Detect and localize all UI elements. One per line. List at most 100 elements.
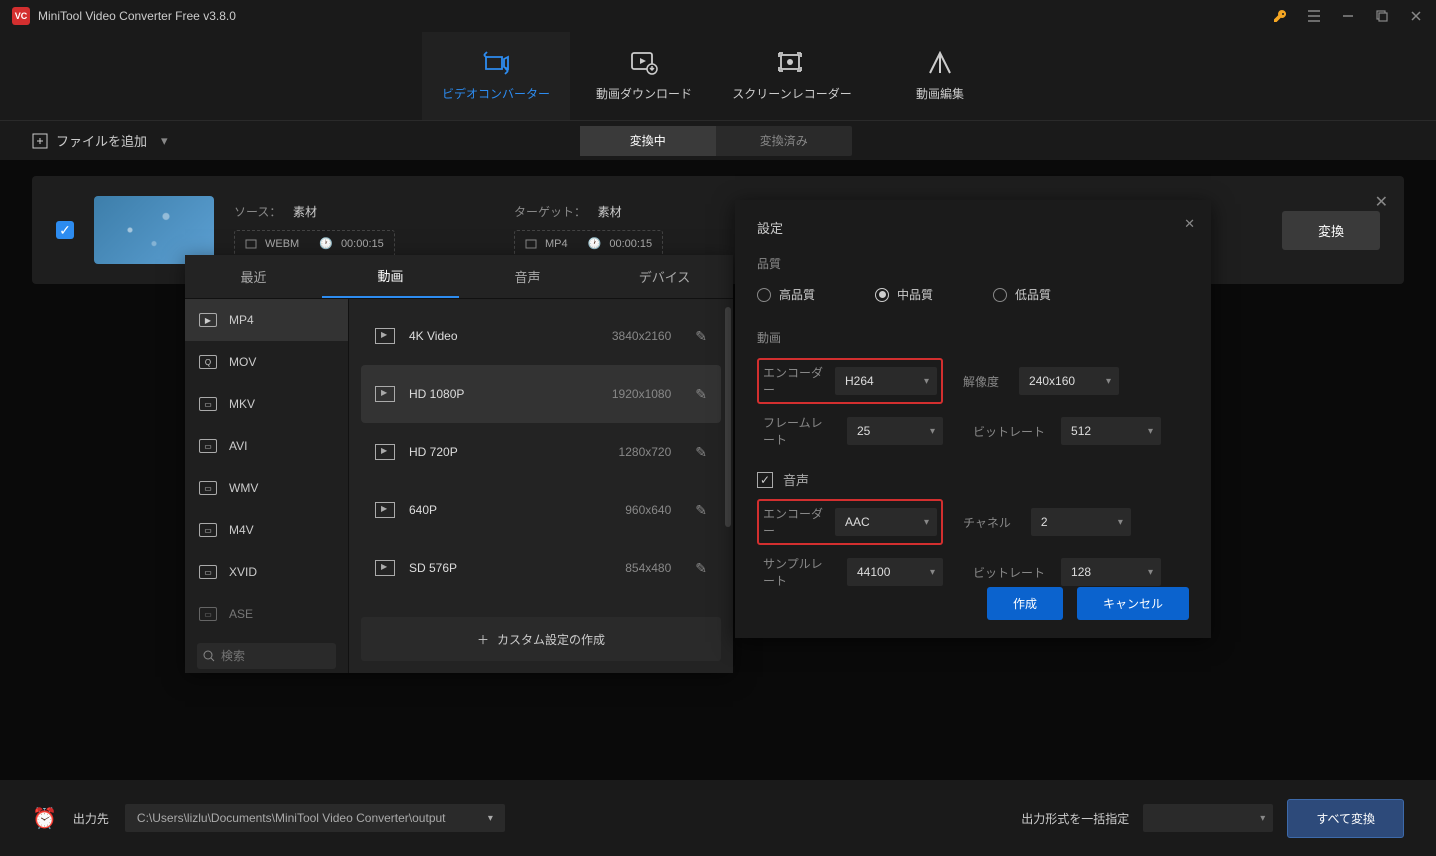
scrollbar[interactable]	[725, 307, 731, 527]
sidebar-item-wmv[interactable]: ▭WMV	[185, 467, 348, 509]
sidebar-item-m4v[interactable]: ▭M4V	[185, 509, 348, 551]
format-tab-video[interactable]: 動画	[322, 255, 459, 298]
video-encoder-select[interactable]: H264	[835, 367, 937, 395]
file-icon: Q	[199, 355, 217, 369]
app-logo: VC	[12, 7, 30, 25]
footer: ⏰ 出力先 C:\Users\lizlu\Documents\MiniTool …	[0, 780, 1436, 856]
quality-low[interactable]: 低品質	[993, 286, 1051, 303]
file-icon: ▭	[199, 607, 217, 621]
sidebar-item-ase[interactable]: ▭ASE	[185, 593, 348, 635]
channel-select[interactable]: 2	[1031, 508, 1131, 536]
source-info: ソース： 素材 WEBM 🕐 00:00:15	[234, 203, 494, 257]
audio-section-header: ✓ 音声	[757, 470, 1189, 489]
file-icon: ▶	[199, 313, 217, 327]
edit-icon[interactable]: ✎	[695, 328, 707, 345]
video-icon	[375, 328, 395, 344]
download-icon	[630, 51, 658, 75]
output-path-select[interactable]: C:\Users\lizlu\Documents\MiniTool Video …	[125, 804, 505, 832]
convert-all-button[interactable]: すべて変換	[1287, 799, 1404, 838]
video-bitrate-select[interactable]: 512	[1061, 417, 1161, 445]
nav-editor[interactable]: 動画編集	[866, 32, 1014, 120]
create-custom-button[interactable]: ＋カスタム設定の作成	[361, 617, 721, 661]
format-tab-device[interactable]: デバイス	[596, 255, 733, 298]
tab-converting[interactable]: 変換中	[580, 126, 716, 156]
quality-high[interactable]: 高品質	[757, 286, 815, 303]
close-icon[interactable]	[1408, 8, 1424, 24]
format-tab-recent[interactable]: 最近	[185, 255, 322, 298]
audio-checkbox[interactable]: ✓	[757, 472, 773, 488]
main-nav: ビデオコンバーター 動画ダウンロード スクリーンレコーダー 動画編集	[0, 32, 1436, 120]
resolution-select[interactable]: 240x160	[1019, 367, 1119, 395]
nav-recorder[interactable]: スクリーンレコーダー	[718, 32, 866, 120]
editor-icon	[926, 51, 954, 75]
key-icon[interactable]	[1272, 8, 1288, 24]
resolution-720p[interactable]: HD 720P1280x720✎	[361, 423, 721, 481]
cancel-button[interactable]: キャンセル	[1077, 587, 1189, 620]
audio-encoder-select[interactable]: AAC	[835, 508, 937, 536]
titlebar: VC MiniTool Video Converter Free v3.8.0	[0, 0, 1436, 32]
video-section-label: 動画	[757, 329, 1189, 346]
framerate-select[interactable]: 25	[847, 417, 943, 445]
sidebar-item-mp4[interactable]: ▶MP4	[185, 299, 348, 341]
converter-icon	[482, 51, 510, 75]
video-encoder-highlight: エンコーダー H264	[757, 358, 943, 404]
file-icon: ▭	[199, 523, 217, 537]
format-icon	[245, 238, 257, 250]
format-icon	[525, 238, 537, 250]
file-thumbnail[interactable]	[94, 196, 214, 264]
format-search-input[interactable]	[197, 643, 336, 669]
format-sidebar: ▶MP4 QMOV ▭MKV ▭AVI ▭WMV ▭M4V ▭XVID ▭ASE	[185, 299, 349, 673]
file-checkbox[interactable]: ✓	[56, 221, 74, 239]
sidebar-item-xvid[interactable]: ▭XVID	[185, 551, 348, 593]
resolution-4k[interactable]: 4K Video3840x2160✎	[361, 307, 721, 365]
recorder-icon	[778, 51, 806, 75]
settings-popup: 設定 ✕ 品質 高品質 中品質 低品質 動画 エンコーダー H264 解像度 2…	[735, 200, 1211, 638]
menu-icon[interactable]	[1306, 8, 1322, 24]
status-tabs: 変換中 変換済み	[580, 126, 852, 156]
sidebar-item-avi[interactable]: ▭AVI	[185, 425, 348, 467]
tab-converted[interactable]: 変換済み	[716, 126, 852, 156]
edit-icon[interactable]: ✎	[695, 444, 707, 461]
video-icon	[375, 444, 395, 460]
samplerate-select[interactable]: 44100	[847, 558, 943, 586]
nav-download[interactable]: 動画ダウンロード	[570, 32, 718, 120]
remove-file-icon[interactable]: ✕	[1375, 192, 1388, 212]
video-icon	[375, 560, 395, 576]
output-label: 出力先	[73, 810, 109, 827]
quality-label: 品質	[757, 255, 1189, 272]
format-tab-audio[interactable]: 音声	[459, 255, 596, 298]
maximize-icon[interactable]	[1374, 8, 1390, 24]
add-file-button[interactable]: ファイルを追加 ▾	[32, 131, 168, 150]
app-title: MiniTool Video Converter Free v3.8.0	[38, 9, 1272, 23]
minimize-icon[interactable]	[1340, 8, 1356, 24]
settings-title: 設定	[757, 218, 1189, 237]
sub-toolbar: ファイルを追加 ▾ 変換中 変換済み	[0, 120, 1436, 160]
edit-icon[interactable]: ✎	[695, 560, 707, 577]
resolution-640p[interactable]: 640P960x640✎	[361, 481, 721, 539]
video-icon	[375, 386, 395, 402]
create-button[interactable]: 作成	[987, 587, 1063, 620]
resolution-1080p[interactable]: HD 1080P1920x1080✎	[361, 365, 721, 423]
format-popup: 最近 動画 音声 デバイス ▶MP4 QMOV ▭MKV ▭AVI ▭WMV ▭…	[185, 255, 733, 673]
edit-icon[interactable]: ✎	[695, 386, 707, 403]
edit-icon[interactable]: ✎	[695, 502, 707, 519]
sidebar-item-mkv[interactable]: ▭MKV	[185, 383, 348, 425]
nav-converter[interactable]: ビデオコンバーター	[422, 32, 570, 120]
audio-encoder-highlight: エンコーダー AAC	[757, 499, 943, 545]
convert-button[interactable]: 変換	[1282, 211, 1380, 250]
file-icon: ▭	[199, 397, 217, 411]
audio-bitrate-select[interactable]: 128	[1061, 558, 1161, 586]
content-area: ✓ ソース： 素材 WEBM 🕐 00:00:15 ターゲット： 素材 MP4 …	[0, 160, 1436, 780]
batch-format-select[interactable]	[1143, 804, 1273, 832]
settings-close-icon[interactable]: ✕	[1184, 216, 1195, 232]
resolution-576p[interactable]: SD 576P854x480✎	[361, 539, 721, 597]
window-actions	[1272, 8, 1424, 24]
file-icon: ▭	[199, 481, 217, 495]
sidebar-item-mov[interactable]: QMOV	[185, 341, 348, 383]
quality-medium[interactable]: 中品質	[875, 286, 933, 303]
file-icon: ▭	[199, 439, 217, 453]
clock-icon[interactable]: ⏰	[32, 806, 57, 831]
quality-radios: 高品質 中品質 低品質	[757, 286, 1189, 303]
dropdown-icon[interactable]: ▾	[161, 133, 168, 149]
file-icon: ▭	[199, 565, 217, 579]
